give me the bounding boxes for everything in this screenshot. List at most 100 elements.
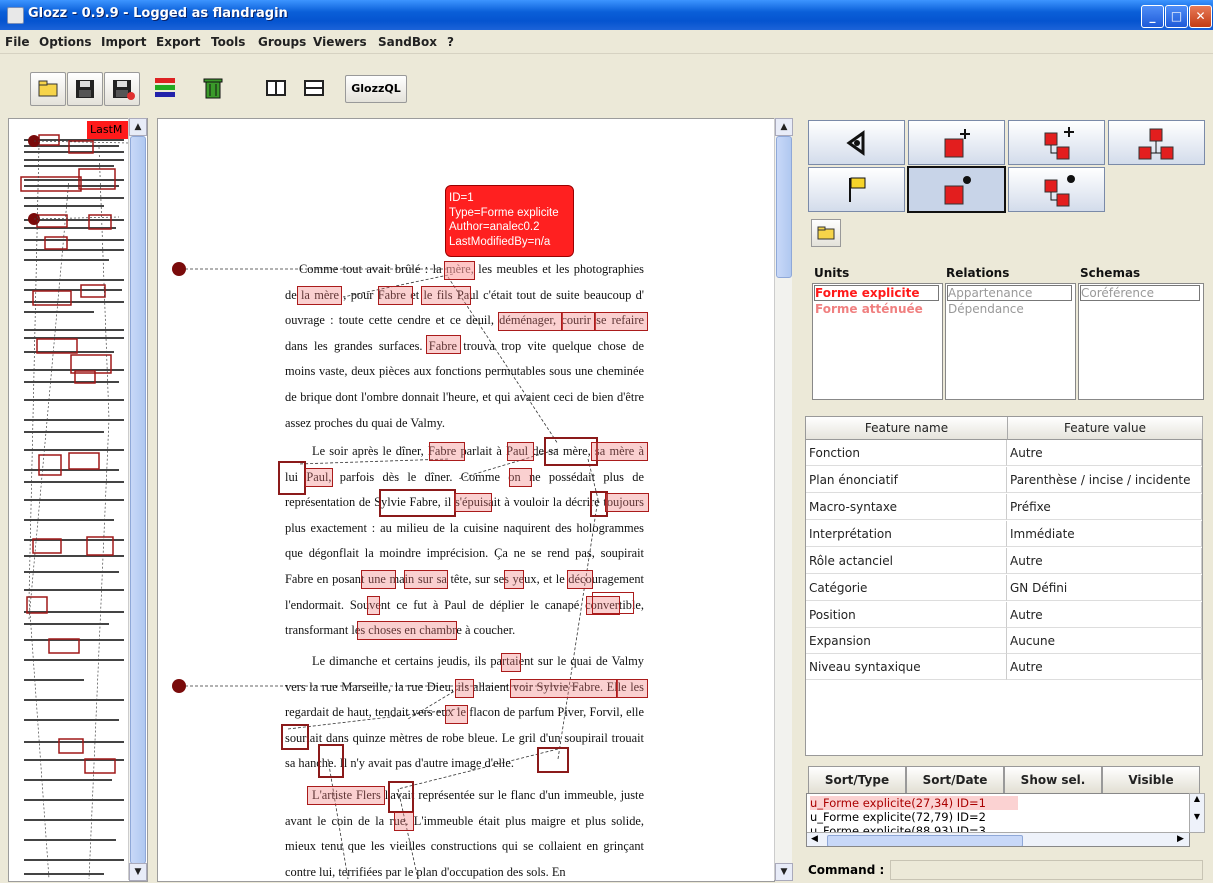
maximize-icon[interactable]: □ <box>1165 5 1188 28</box>
minimize-icon[interactable]: _ <box>1141 5 1164 28</box>
select-unit-button[interactable] <box>907 166 1006 213</box>
unit-highlight-selected[interactable] <box>379 489 456 517</box>
open-folder-button[interactable] <box>30 72 66 106</box>
unit-list-item[interactable]: u_Forme explicite(27,34) ID=1 <box>810 796 1018 810</box>
add-unit-button[interactable] <box>908 120 1005 165</box>
feature-value-cell[interactable]: Autre <box>1007 440 1202 466</box>
unit-highlight[interactable] <box>429 442 465 461</box>
unit-highlight[interactable] <box>509 468 532 487</box>
menu-file[interactable]: File <box>5 35 30 49</box>
unit-highlight-selected[interactable] <box>281 724 309 750</box>
unit-list-hthumb[interactable] <box>827 835 1023 846</box>
unit-highlight[interactable] <box>591 442 648 461</box>
relation-type-item[interactable]: Appartenance <box>947 285 1072 301</box>
relation-type-item[interactable]: Dépendance <box>948 302 1024 316</box>
unit-highlight[interactable] <box>616 679 648 698</box>
unit-highlight[interactable] <box>378 286 413 305</box>
add-schema-button[interactable] <box>1108 120 1205 165</box>
unit-highlight[interactable] <box>507 442 534 461</box>
unit-highlight[interactable] <box>594 312 648 331</box>
text-pane[interactable]: ID=1 Type=Forme explicite Author=analec0… <box>157 118 775 882</box>
save-button[interactable] <box>67 72 103 106</box>
unit-highlight[interactable] <box>361 570 396 589</box>
color-bars-icon[interactable] <box>152 74 178 102</box>
unit-highlight[interactable] <box>592 592 634 614</box>
text-scrollbar[interactable]: ▲ ▼ <box>774 118 793 881</box>
menu-export[interactable]: Export <box>156 35 200 49</box>
unit-highlight[interactable] <box>297 286 342 305</box>
feature-value-cell[interactable]: Parenthèse / incise / incidente <box>1007 467 1202 493</box>
unit-highlight[interactable] <box>454 493 492 512</box>
select-relation-button[interactable] <box>1008 167 1105 212</box>
unit-list-item[interactable]: u_Forme explicite(72,79) ID=2 <box>810 810 986 824</box>
unit-highlight[interactable] <box>307 786 385 805</box>
menu-sandbox[interactable]: SandBox <box>378 35 437 49</box>
unit-type-item[interactable]: Forme atténuée <box>815 302 923 316</box>
text-scroll-thumb[interactable] <box>776 136 792 278</box>
unit-highlight[interactable] <box>605 493 649 512</box>
split-horizontal-icon[interactable] <box>303 78 325 98</box>
feature-value-cell[interactable]: Préfixe <box>1007 494 1202 520</box>
unit-list-vscroll[interactable]: ▲ ▼ <box>1189 793 1205 833</box>
minimap-pane[interactable]: LastM <box>8 118 148 882</box>
schema-node-1[interactable] <box>172 262 186 276</box>
menu-options[interactable]: Options <box>39 35 92 49</box>
feature-value-cell[interactable]: Autre <box>1007 654 1202 680</box>
feature-name-header[interactable]: Feature name <box>806 417 1008 440</box>
unit-list[interactable]: u_Forme explicite(27,34) ID=1 u_Forme ex… <box>806 793 1190 847</box>
sort-date-button[interactable]: Sort/Date <box>906 766 1004 794</box>
menu-viewers[interactable]: Viewers <box>313 35 367 49</box>
unit-highlight[interactable] <box>421 286 471 305</box>
command-input[interactable] <box>890 860 1203 880</box>
add-relation-button[interactable] <box>1008 120 1105 165</box>
unit-highlight[interactable] <box>501 653 521 672</box>
scroll-up-icon[interactable]: ▲ <box>129 118 147 136</box>
menu-import[interactable]: Import <box>101 35 146 49</box>
unit-highlight-selected[interactable] <box>544 437 598 466</box>
unit-highlight-selected[interactable] <box>278 461 306 495</box>
glozzql-button[interactable]: GlozzQL <box>345 75 407 103</box>
feature-value-cell[interactable]: Autre <box>1007 602 1202 628</box>
unit-highlight[interactable] <box>357 621 457 640</box>
unit-highlight-selected[interactable] <box>388 781 414 813</box>
unit-highlight[interactable] <box>367 596 380 615</box>
unit-highlight[interactable] <box>445 705 468 724</box>
unit-highlight[interactable] <box>426 335 461 354</box>
unit-type-item[interactable]: Forme explicite <box>814 285 939 301</box>
menu-tools[interactable]: Tools <box>211 35 245 49</box>
feature-value-cell[interactable]: Aucune <box>1007 628 1202 654</box>
scroll-down-icon[interactable]: ▼ <box>129 863 147 881</box>
menu-help[interactable]: ? <box>447 35 454 49</box>
unit-list-hscroll[interactable]: ◀ ▶ <box>807 832 1189 846</box>
feature-value-header[interactable]: Feature value <box>1008 417 1203 440</box>
visible-button[interactable]: Visible <box>1102 766 1200 794</box>
scroll-up-icon[interactable]: ▲ <box>775 118 793 136</box>
save-as-button[interactable] <box>104 72 140 106</box>
open-folder-small-button[interactable] <box>811 219 841 247</box>
unit-highlight-selected[interactable] <box>318 744 344 778</box>
scroll-left-icon[interactable]: ◀ <box>811 834 818 844</box>
minimap-scroll-thumb[interactable] <box>130 136 146 864</box>
trash-icon[interactable] <box>200 74 226 102</box>
scroll-down-icon[interactable]: ▼ <box>775 863 793 881</box>
unit-highlight-selected[interactable] <box>537 747 569 773</box>
close-icon[interactable]: ✕ <box>1189 5 1212 28</box>
show-selection-button[interactable]: Show sel. <box>1004 766 1102 794</box>
menu-groups[interactable]: Groups <box>258 35 306 49</box>
scroll-right-icon[interactable]: ▶ <box>1177 834 1184 844</box>
scroll-down-icon[interactable]: ▼ <box>1190 812 1204 821</box>
feature-value-cell[interactable]: GN Défini <box>1007 575 1202 601</box>
schema-type-item[interactable]: Coréférence <box>1080 285 1200 301</box>
schemas-list[interactable]: Coréférence <box>1078 283 1204 400</box>
unit-highlight[interactable] <box>404 570 448 589</box>
schema-node-2[interactable] <box>172 679 186 693</box>
unit-highlight[interactable] <box>498 312 563 331</box>
unit-highlight[interactable] <box>444 261 475 280</box>
scroll-up-icon[interactable]: ▲ <box>1190 794 1204 803</box>
flag-button[interactable] <box>808 167 905 212</box>
unit-highlight[interactable] <box>567 570 593 589</box>
unit-highlight[interactable] <box>305 468 333 487</box>
minimap-scrollbar[interactable]: ▲ ▼ <box>128 118 147 881</box>
unit-highlight[interactable] <box>504 570 524 589</box>
feature-value-cell[interactable]: Immédiate <box>1007 521 1202 547</box>
